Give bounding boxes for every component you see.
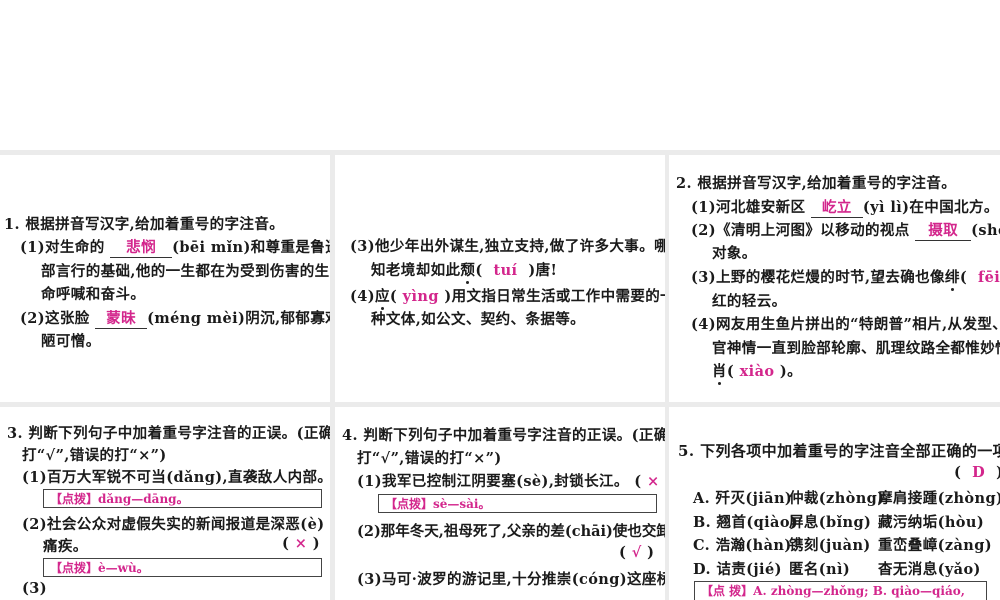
text-segment: (1)百万大军锐不可当(dǎng),直袭敌人内部。(: [22, 469, 330, 486]
answer: yìng: [402, 288, 439, 305]
question-3-item-3: (3): [22, 580, 48, 597]
text-segment: ): [312, 535, 320, 552]
answer-mark: ×: [294, 535, 308, 552]
answer: 悲悯: [110, 236, 173, 258]
text-line: 官神情一直到脸部轮廓、肌理纹路全都惟妙惟: [712, 340, 1000, 357]
question-2-item-1: (1)河北雄安新区 屹立 (yì lì)在中国北方。: [691, 196, 999, 218]
option-cell: 重峦叠嶂(zàng): [878, 537, 993, 554]
question-3-item-2: (2)社会公众对虚假失实的新闻报道是深恶(è): [22, 516, 325, 533]
text-line: 红的轻云。: [712, 293, 787, 310]
text-segment: 颓: [460, 262, 476, 279]
text-segment: (: [475, 262, 483, 279]
text-segment: (: [619, 544, 627, 561]
text-segment: (: [389, 288, 398, 305]
answer: 屹立: [810, 196, 863, 218]
text-segment: (bēi mǐn)和尊重是鲁迅全: [172, 239, 330, 256]
answer-choice: D: [972, 464, 986, 481]
text-segment: 肖: [712, 363, 727, 380]
text-line: 痛疾。: [43, 538, 88, 555]
text-segment: 知老境却如此: [371, 262, 461, 279]
question-4-item-3: (3)马可·波罗的游记里,十分推崇(cóng)这座桥。: [357, 571, 665, 588]
question-2-item-4: (4)网友用生鱼片拼出的“特朗普”相片,从发型、五: [691, 316, 1000, 333]
question-1-item-2: (2)这张脸 蒙昧(méng mèi)阴沉,郁郁寡欢,丑: [20, 307, 330, 329]
option-cell: 藏污纳垢(hòu): [878, 514, 985, 531]
text-segment: (méng mèi)阴沉,郁郁寡欢,丑: [147, 310, 330, 327]
text-line: 部言行的基础,他的一生都在为受到伤害的生: [41, 263, 330, 280]
option-cell: B. 翘首(qiào): [693, 514, 798, 531]
text-segment: (: [282, 535, 290, 552]
text-line: 种文体,如公文、契约、条据等。: [371, 311, 586, 328]
answer-bracket: ( D ): [954, 464, 1000, 481]
text-segment: 绯: [944, 269, 960, 286]
text-segment: (2)《清明上河图》以移动的视点: [691, 222, 910, 239]
option-cell: C. 浩瀚(hàn): [693, 537, 792, 554]
text-segment: (: [954, 464, 962, 481]
answer-mark: √: [631, 544, 642, 561]
panel-question-1-continued: (3)他少年出外谋生,独立支持,做了许多大事。哪 知老境却如此颓( tuí )唐…: [335, 155, 665, 402]
text-segment: (1)对生命的: [20, 239, 105, 256]
text-segment: ): [996, 464, 1000, 481]
text-segment: (4): [350, 288, 376, 305]
text-segment: (yì lì)在中国北方。: [862, 199, 999, 216]
question-3-title: 3. 判断下列句子中加着重号字注音的正误。(正确的: [7, 425, 330, 442]
option-cell: 镌刻(juàn): [789, 537, 871, 554]
question-1-item-3: (3)他少年出外谋生,独立支持,做了许多大事。哪: [350, 238, 665, 255]
text-segment: (: [959, 269, 968, 286]
hint-box: 【点 拨】A. zhòng—zhǒng; B. qiào—qiáo, hòu—g…: [694, 581, 987, 600]
question-1-item-1: (1)对生命的 悲悯(bēi mǐn)和尊重是鲁迅全: [20, 236, 330, 258]
answer: 蒙昧: [95, 307, 148, 329]
question-3-title-line-2: 打“√”,错误的打“×”): [22, 447, 167, 464]
answer: tuí: [493, 262, 518, 279]
answer-bracket: ( × ): [282, 535, 320, 552]
question-1-title: 1. 根据拼音写汉字,给加着重号的字注音。: [4, 216, 285, 233]
answer-mark: ×: [646, 473, 660, 490]
option-cell: 杳无消息(yǎo): [878, 561, 981, 578]
panel-question-4: 4. 判断下列句子中加着重号字注音的正误。(正确的 打“√”,错误的打“×”) …: [335, 407, 665, 600]
text-line: 肖( xiào )。: [712, 360, 802, 381]
option-cell: 摩肩接踵(zhòng): [878, 490, 1000, 507]
panel-question-1: 1. 根据拼音写汉字,给加着重号的字注音。 (1)对生命的 悲悯 (bēi mǐn…: [0, 155, 330, 402]
text-line: 陋可憎。: [41, 333, 101, 350]
text-segment: ): [647, 544, 655, 561]
option-cell: 仲裁(zhòng): [789, 490, 885, 507]
question-1-item-4: (4)应( yìng )用文指日常生活或工作中需要的一: [350, 285, 665, 306]
option-cell: D. 诘责(jié): [693, 561, 782, 578]
answer-bracket: ( √ ): [619, 544, 654, 561]
panel-question-5: 5. 下列各项中加着重号的字注音全部正确的一项是 ( D ) A. 歼灭(jiā…: [669, 407, 1000, 600]
text-segment: (: [726, 363, 735, 380]
top-blank-area: [0, 0, 1000, 150]
answer: xiào: [739, 363, 775, 380]
text-segment: )。: [779, 363, 803, 380]
option-cell: 屏息(bǐng): [789, 514, 872, 531]
question-2-item-3: (3)上野的樱花烂熳的时节,望去确也像绯( fēi ): [691, 266, 1000, 287]
text-segment: (2)这张脸: [20, 310, 90, 327]
question-5-title: 5. 下列各项中加着重号的字注音全部正确的一项是: [678, 442, 1000, 460]
text-segment: )唐!: [528, 262, 558, 279]
text-segment: (shè qǔ): [971, 222, 1000, 239]
answer: 摄取: [915, 219, 972, 241]
panel-question-2: 2. 根据拼音写汉字,给加着重号的字注音。 (1)河北雄安新区 屹立 (yì lì…: [669, 155, 1000, 402]
panel-question-3: 3. 判断下列句子中加着重号字注音的正误。(正确的 打“√”,错误的打“×”) …: [0, 407, 330, 600]
text-segment: (1)河北雄安新区: [691, 199, 806, 216]
question-3-item-1: (1)百万大军锐不可当(dǎng),直袭敌人内部。( × ): [22, 466, 330, 487]
question-2-title: 2. 根据拼音写汉字,给加着重号的字注音。: [676, 175, 957, 192]
answer: fēi: [978, 269, 1000, 286]
question-4-item-1: (1)我军已控制江阴要塞(sè),封锁长江。 ( × ): [357, 470, 665, 491]
question-4-title-line-2: 打“√”,错误的打“×”): [357, 450, 502, 467]
text-segment: (1)我军已控制江阴要塞(sè),封锁长江。 (: [357, 473, 642, 490]
hint-box: 【点拨】dǎng—dāng。: [43, 489, 322, 508]
text-segment: (3)上野的樱花烂熳的时节,望去确也像: [691, 269, 945, 286]
text-line: 命呼喊和奋斗。: [41, 286, 146, 303]
option-cell: 匿名(nì): [789, 561, 851, 578]
hint-box: 【点拨】è—wù。: [43, 558, 322, 577]
question-2-item-2: (2)《清明上河图》以移动的视点 摄取(shè qǔ): [691, 219, 1000, 241]
text-segment: 应: [375, 288, 390, 305]
hint-box: 【点拨】sè—sài。: [378, 494, 657, 513]
question-4-item-2: (2)那年冬天,祖母死了,父亲的差(chāi)使也交卸了。: [357, 523, 665, 540]
question-4-title: 4. 判断下列句子中加着重号字注音的正误。(正确的: [342, 427, 665, 444]
text-line: 对象。: [712, 245, 757, 262]
text-line: 知老境却如此颓( tuí )唐!: [371, 259, 557, 280]
text-segment: )用文指日常生活或工作中需要的一: [444, 288, 665, 305]
option-cell: A. 歼灭(jiān): [693, 490, 793, 507]
